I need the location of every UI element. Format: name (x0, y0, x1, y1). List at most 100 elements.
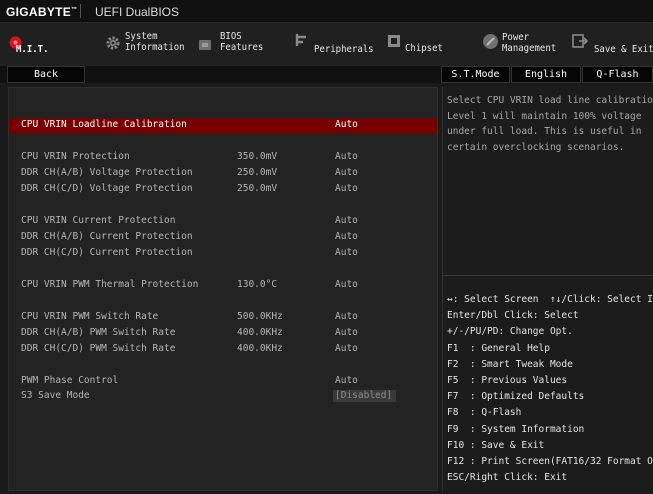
setting-value: Auto (335, 311, 358, 322)
setting-row-cpu-vrin-loadline[interactable]: CPU VRIN Loadline Calibration Auto (9, 118, 437, 133)
brand-logo: GIGABYTE™ (6, 5, 77, 19)
setting-name: CPU VRIN Loadline Calibration (21, 119, 187, 130)
setting-current-value: 130.0°C (237, 279, 278, 290)
key-line: ESC/Right Click: Exit (447, 472, 568, 484)
setting-name: CPU VRIN PWM Switch Rate (21, 311, 159, 322)
setting-value: Auto (335, 343, 358, 354)
setting-name: DDR CH(A/B) Current Protection (21, 231, 193, 242)
key-line: F7 : Optimized Defaults (447, 391, 585, 403)
setting-name: CPU VRIN Protection (21, 151, 130, 162)
chip-icon (387, 33, 403, 49)
setting-value: Auto (335, 375, 358, 386)
setting-row-cpu-vrin-pwm-switch-rate[interactable]: CPU VRIN PWM Switch Rate 500.0KHz Auto (9, 310, 437, 324)
key-legend: ↔: Select Screen ↑↓/Click: Select Item E… (447, 292, 653, 486)
back-button[interactable]: Back (7, 66, 85, 83)
language-button[interactable]: English (511, 66, 581, 83)
main-menu-bar: M.I.T. System Information BIOS Features … (0, 23, 653, 66)
tab-system-information-line1: System (125, 31, 158, 42)
tab-power-management[interactable]: Power Management (468, 23, 564, 66)
setting-row-ddr-ab-pwm-switch-rate[interactable]: DDR CH(A/B) PWM Switch Rate 400.0KHz Aut… (9, 326, 437, 340)
tab-power-management-line2: Management (502, 43, 557, 54)
help-line: certain overclocking scenarios. (447, 141, 625, 153)
setting-row-ddr-cd-current-protection[interactable]: DDR CH(C/D) Current Protection Auto (9, 246, 437, 260)
setting-name: PWM Phase Control (21, 375, 119, 386)
key-line: F9 : System Information (447, 423, 585, 435)
key-line: Enter/Dbl Click: Select (447, 310, 579, 322)
setting-value: Auto (335, 183, 358, 194)
setting-name: DDR CH(A/B) Voltage Protection (21, 167, 193, 178)
setting-current-value: 400.0KHz (237, 327, 283, 338)
setting-value: Auto (335, 167, 358, 178)
setting-row-pwm-phase-control[interactable]: PWM Phase Control Auto (9, 374, 437, 388)
tab-power-management-line1: Power (502, 32, 530, 43)
tab-chipset-label: Chipset (405, 43, 443, 54)
tab-bios-features[interactable]: BIOS Features (192, 23, 288, 66)
st-mode-button[interactable]: S.T.Mode (441, 66, 510, 83)
setting-row-cpu-vrin-protection[interactable]: CPU VRIN Protection 350.0mV Auto (9, 150, 437, 164)
tab-mit-label: M.I.T. (16, 44, 49, 55)
sub-toolbar: Back S.T.Mode English Q-Flash (0, 66, 653, 83)
tab-chipset[interactable]: Chipset (378, 23, 468, 66)
help-divider (443, 275, 653, 276)
setting-current-value: 400.0KHz (237, 343, 283, 354)
bios-features-icon (198, 37, 214, 53)
setting-value: Auto (335, 119, 358, 130)
setting-name: S3 Save Mode (21, 390, 90, 401)
title-bar: GIGABYTE™ UEFI DualBIOS (0, 0, 653, 23)
help-line: under full load. This is useful in (447, 126, 642, 137)
setting-current-value: 250.0mV (237, 183, 278, 194)
tab-peripherals[interactable]: Peripherals (288, 23, 378, 66)
setting-value: [Disabled] (335, 390, 393, 401)
setting-value: Auto (335, 327, 358, 338)
tab-system-information[interactable]: System Information (96, 23, 192, 66)
power-icon (482, 33, 498, 49)
setting-value: Auto (335, 279, 358, 290)
setting-row-ddr-ab-voltage-protection[interactable]: DDR CH(A/B) Voltage Protection 250.0mV A… (9, 166, 437, 180)
exit-icon (572, 33, 589, 49)
setting-name: CPU VRIN Current Protection (21, 215, 176, 226)
key-line: F1 : General Help (447, 342, 550, 354)
setting-row-s3-save-mode[interactable]: S3 Save Mode [Disabled] (9, 389, 437, 403)
key-line: F2 : Smart Tweak Mode (447, 358, 573, 370)
setting-name: DDR CH(C/D) Current Protection (21, 247, 193, 258)
setting-row-cpu-vrin-pwm-thermal[interactable]: CPU VRIN PWM Thermal Protection 130.0°C … (9, 278, 437, 292)
tab-mit[interactable]: M.I.T. (0, 23, 96, 66)
setting-row-ddr-cd-voltage-protection[interactable]: DDR CH(C/D) Voltage Protection 250.0mV A… (9, 182, 437, 196)
setting-current-value: 350.0mV (237, 151, 278, 162)
setting-current-value: 500.0KHz (237, 311, 283, 322)
setting-row-cpu-vrin-current-protection[interactable]: CPU VRIN Current Protection Auto (9, 214, 437, 228)
setting-value: Auto (335, 247, 358, 258)
setting-name: DDR CH(A/B) PWM Switch Rate (21, 327, 176, 338)
settings-panel: CPU VRIN Loadline Calibration Auto CPU V… (8, 87, 438, 491)
key-line: +/-/PU/PD: Change Opt. (447, 326, 573, 338)
setting-value: Auto (335, 215, 358, 226)
content-area: CPU VRIN Loadline Calibration Auto CPU V… (0, 83, 653, 494)
title-divider (80, 4, 81, 18)
gear-icon (105, 35, 121, 51)
help-text: Select CPU VRIN load line calibration. L… (447, 93, 653, 155)
help-line: Level 1 will maintain 100% voltage (447, 110, 642, 122)
brand-name: GIGABYTE (6, 5, 72, 19)
setting-name: DDR CH(C/D) PWM Switch Rate (21, 343, 176, 354)
setting-row-ddr-cd-pwm-switch-rate[interactable]: DDR CH(C/D) PWM Switch Rate 400.0KHz Aut… (9, 342, 437, 356)
setting-value: Auto (335, 151, 358, 162)
plug-icon (294, 32, 310, 48)
tab-system-information-line2: Information (125, 42, 185, 53)
help-line: Select CPU VRIN load line calibration. (447, 95, 653, 106)
tab-bios-features-line1: BIOS (220, 31, 242, 42)
tab-bios-features-line2: Features (220, 42, 264, 53)
setting-value: Auto (335, 231, 358, 242)
tab-save-exit[interactable]: Save & Exit (564, 23, 653, 66)
setting-name: CPU VRIN PWM Thermal Protection (21, 279, 199, 290)
help-panel: Select CPU VRIN load line calibration. L… (442, 87, 653, 491)
key-line: F12 : Print Screen(FAT16/32 Format Only) (447, 456, 653, 468)
key-line: F5 : Previous Values (447, 375, 568, 387)
key-line: ↔: Select Screen ↑↓/Click: Select Item (447, 294, 653, 305)
setting-name: DDR CH(C/D) Voltage Protection (21, 183, 193, 194)
app-title: UEFI DualBIOS (95, 5, 180, 19)
setting-row-ddr-ab-current-protection[interactable]: DDR CH(A/B) Current Protection Auto (9, 230, 437, 244)
tab-save-exit-label: Save & Exit (594, 44, 653, 55)
setting-current-value: 250.0mV (237, 167, 278, 178)
key-line: F10 : Save & Exit (447, 439, 545, 451)
qflash-button[interactable]: Q-Flash (582, 66, 653, 83)
